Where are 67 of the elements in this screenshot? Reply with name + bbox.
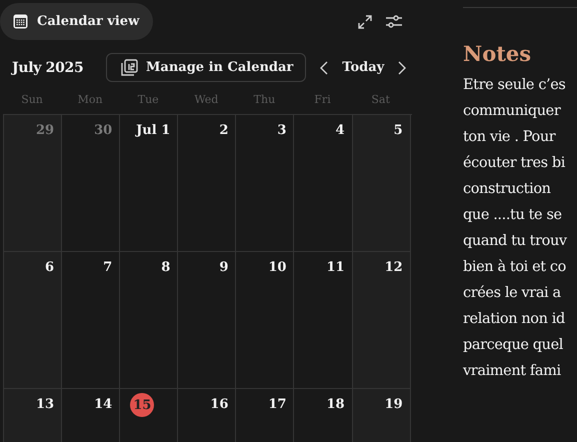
day-number: 12 <box>384 260 403 275</box>
day-number: 10 <box>268 260 286 275</box>
day-number: 14 <box>94 397 112 412</box>
day-cell[interactable]: 30 <box>62 115 120 252</box>
chevron-left-icon[interactable] <box>320 60 328 74</box>
day-number: 15 <box>130 393 154 417</box>
note-text: communiquer <box>463 102 562 121</box>
weekday-label: Fri <box>313 93 332 106</box>
day-number: 7 <box>103 260 112 275</box>
note-text: ton vie . Pour <box>463 128 557 147</box>
weekday-label: Sun <box>20 93 44 106</box>
calendar-icon <box>13 14 28 29</box>
expand-icon[interactable] <box>358 14 372 28</box>
day-cell[interactable]: 11 <box>294 252 353 389</box>
day-number: 30 <box>94 123 112 138</box>
day-number: 9 <box>219 260 228 275</box>
day-number: 17 <box>268 397 286 412</box>
day-number: 16 <box>210 397 228 412</box>
manage-calendar-button[interactable]: Manage in Calendar <box>106 53 306 82</box>
view-tab[interactable]: Calendar view <box>0 3 154 40</box>
day-cell[interactable]: 19 <box>352 389 411 442</box>
day-cell[interactable]: 13 <box>4 389 62 442</box>
settings-icon[interactable] <box>386 15 402 28</box>
note-text: bien à toi et co <box>463 258 567 277</box>
note-text: quand tu trouv <box>463 232 568 251</box>
day-cell[interactable]: 6 <box>4 252 62 389</box>
day-cell[interactable]: Jul 1 <box>120 115 178 252</box>
day-number: 11 <box>326 260 345 275</box>
weekday-label: Thu <box>252 93 276 106</box>
today-button[interactable]: Today <box>338 60 388 75</box>
day-number: 13 <box>36 397 54 412</box>
day-cell[interactable]: 7 <box>62 252 120 389</box>
weekday-label: Sat <box>370 93 391 106</box>
day-cell[interactable]: 2 <box>178 115 236 252</box>
day-cell[interactable]: 5 <box>352 115 411 252</box>
day-number: 5 <box>394 123 403 138</box>
note-text: que ....tu te se <box>463 206 563 225</box>
day-cell[interactable]: 10 <box>236 252 294 389</box>
day-number: 3 <box>277 123 286 138</box>
note-text: crées le vrai a <box>463 284 562 303</box>
day-cell[interactable]: 4 <box>294 115 353 252</box>
day-cell[interactable]: 29 <box>4 115 62 252</box>
day-number: 29 <box>36 123 54 138</box>
calendar-icon <box>121 59 138 76</box>
day-cell[interactable]: 9 <box>178 252 236 389</box>
day-number: 2 <box>219 123 228 138</box>
weekday-label: Wed <box>193 93 220 106</box>
note-text: écouter tres bi <box>463 154 566 173</box>
day-number: 4 <box>336 123 345 138</box>
month-title: July 2025 <box>12 60 84 76</box>
day-number: 19 <box>384 397 403 412</box>
note-text: Etre seule c’es <box>463 76 566 95</box>
day-number: 6 <box>45 260 54 275</box>
day-cell[interactable]: 12 <box>352 252 411 389</box>
day-cell[interactable]: 8 <box>120 252 178 389</box>
notes-title: Notes <box>463 41 532 66</box>
note-text: construction <box>463 180 552 199</box>
note-text: parceque quel <box>463 336 564 355</box>
note-text: vraiment fami <box>463 362 562 381</box>
day-cell[interactable]: 3 <box>236 115 294 252</box>
weekday-label: Tue <box>136 93 160 106</box>
chevron-right-icon[interactable] <box>398 60 406 74</box>
weekday-label: Mon <box>76 93 104 106</box>
day-number: 8 <box>161 260 170 275</box>
day-number: Jul 1 <box>136 123 170 138</box>
note-text: relation non id <box>463 310 566 329</box>
day-number: 18 <box>326 397 345 412</box>
